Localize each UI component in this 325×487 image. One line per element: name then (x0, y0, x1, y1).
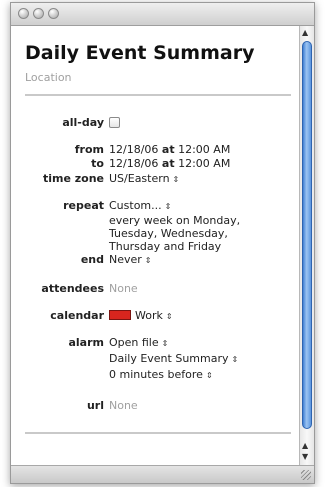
to-label: to (91, 157, 104, 170)
repeat-description-line: Tuesday, Wednesday, (109, 227, 228, 240)
popup-arrow-icon: ⇕ (205, 371, 213, 380)
alarm-offset[interactable]: 0 minutes before ⇕ (109, 368, 213, 382)
minimize-window-button[interactable] (33, 8, 44, 19)
end-popup[interactable]: Never ⇕ (109, 253, 152, 267)
to-date[interactable]: 12/18/06 (109, 157, 158, 170)
popup-arrow-icon: ⇕ (164, 202, 172, 211)
all-day-checkbox[interactable] (109, 117, 120, 128)
attendees-label: attendees (41, 282, 104, 295)
from-at-label: at (161, 143, 175, 156)
repeat-popup[interactable]: Custom... ⇕ (109, 199, 171, 213)
repeat-label: repeat (63, 199, 104, 212)
from-time[interactable]: 12:00 AM (178, 143, 230, 156)
popup-arrow-icon: ⇕ (172, 175, 180, 184)
event-details-panel: Daily Event Summary Location all-day fro… (11, 26, 300, 466)
url-label: url (86, 399, 104, 412)
time-zone-label: time zone (42, 172, 104, 185)
end-label: end (80, 253, 104, 266)
location-field[interactable]: Location (25, 71, 72, 84)
alarm-type-value: Open file (109, 336, 159, 349)
all-day-label: all-day (62, 116, 104, 129)
window-bottom-bar (11, 465, 314, 483)
alarm-offset-value[interactable]: 0 (109, 368, 116, 381)
calendar-popup[interactable]: Work ⇕ (109, 309, 173, 323)
popup-arrow-icon: ⇕ (161, 339, 169, 348)
alarm-file-popup[interactable]: Daily Event Summary ⇕ (109, 352, 238, 366)
to-datetime[interactable]: 12/18/06 at 12:00 AM (109, 157, 230, 170)
alarm-file-value: Daily Event Summary (109, 352, 229, 365)
end-value: Never (109, 253, 142, 266)
title-bar[interactable] (11, 3, 314, 26)
repeat-value: Custom... (109, 199, 162, 212)
url-field[interactable]: None (109, 399, 138, 412)
time-zone-popup[interactable]: US/Eastern ⇕ (109, 172, 179, 186)
scrollbar-thumb[interactable] (302, 41, 312, 429)
calendar-label: calendar (50, 309, 104, 322)
repeat-description-line: every week on Monday, (109, 214, 241, 227)
scroll-up-icon[interactable]: ▲ (302, 442, 308, 450)
vertical-scrollbar[interactable]: ▲ ▲ ▼ (299, 26, 314, 466)
repeat-description-line: Thursday and Friday (109, 240, 222, 253)
from-label: from (74, 143, 104, 156)
alarm-type-popup[interactable]: Open file ⇕ (109, 336, 168, 350)
from-date[interactable]: 12/18/06 (109, 143, 158, 156)
calendar-color-swatch (109, 310, 131, 320)
popup-arrow-icon: ⇕ (144, 256, 152, 265)
scroll-up-icon[interactable]: ▲ (302, 29, 308, 37)
event-inspector-window: Daily Event Summary Location all-day fro… (10, 2, 315, 484)
scroll-down-icon[interactable]: ▼ (302, 453, 308, 461)
event-title[interactable]: Daily Event Summary (25, 42, 254, 64)
resize-grip-icon[interactable] (301, 470, 311, 480)
header-divider (25, 94, 291, 96)
zoom-window-button[interactable] (48, 8, 59, 19)
alarm-label: alarm (68, 336, 104, 349)
to-at-label: at (161, 157, 175, 170)
calendar-value: Work (135, 309, 163, 322)
popup-arrow-icon: ⇕ (231, 355, 239, 364)
to-time[interactable]: 12:00 AM (178, 157, 230, 170)
footer-divider (25, 432, 291, 434)
time-zone-value: US/Eastern (109, 172, 170, 185)
from-datetime[interactable]: 12/18/06 at 12:00 AM (109, 143, 230, 156)
close-window-button[interactable] (18, 8, 29, 19)
alarm-offset-unit: minutes before (119, 368, 203, 381)
attendees-field[interactable]: None (109, 282, 138, 295)
popup-arrow-icon: ⇕ (165, 312, 173, 321)
